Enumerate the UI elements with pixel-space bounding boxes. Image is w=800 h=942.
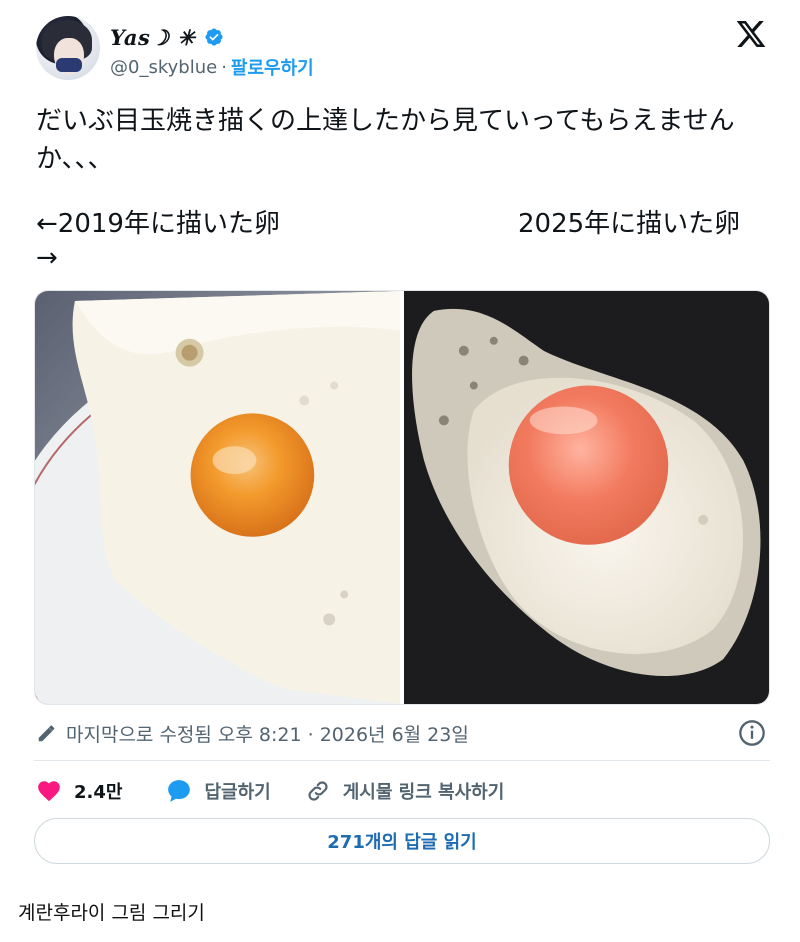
follow-button[interactable]: 팔로우하기 [231, 54, 314, 80]
author-handle[interactable]: @0_skyblue [110, 57, 217, 78]
copy-link-label: 게시물 링크 복사하기 [342, 782, 505, 803]
speech-bubble-icon [168, 780, 191, 802]
avatar[interactable] [36, 16, 100, 80]
like-count: 2.4만 [74, 782, 123, 803]
edited-timestamp-row: 마지막으로 수정됨 오후 8:21 · 2026년 6월 23일 [36, 716, 469, 750]
caption-arrow: → [36, 243, 58, 273]
egg-painting-2019[interactable] [35, 291, 400, 704]
footer-caption: 계란후라이 그림 그리기 [18, 902, 205, 924]
copy-link-button[interactable]: 게시물 링크 복사하기 [305, 778, 505, 804]
info-icon[interactable] [738, 719, 766, 747]
author-display-name[interactable]: Yas☽ ✳ [110, 25, 196, 50]
tweet-text: だいぶ目玉焼き描くの上達したから見ていってもらえませんか、、、 [36, 106, 735, 174]
reply-label: 답글하기 [204, 782, 271, 803]
reply-button[interactable]: 답글하기 [166, 778, 271, 804]
verified-badge-icon [204, 28, 223, 46]
read-replies-button[interactable]: 271개의 답글 읽기 [34, 818, 770, 864]
caption-left: ←2019年に描いた卵 [36, 209, 280, 239]
egg-painting-2025[interactable] [404, 291, 769, 704]
action-bar: 2.4만 답글하기 게시물 링크 복사하기 [36, 774, 504, 808]
pencil-icon [38, 725, 55, 742]
divider [34, 760, 770, 761]
handle-separator: · [221, 56, 227, 78]
heart-icon [38, 781, 60, 802]
link-icon [308, 781, 328, 801]
author-name-row: Yas☽ ✳ [110, 20, 224, 54]
x-logo-icon[interactable] [734, 18, 768, 50]
edited-timestamp[interactable]: 마지막으로 수정됨 오후 8:21 · 2026년 6월 23일 [66, 720, 469, 747]
like-button[interactable]: 2.4만 [36, 778, 122, 804]
caption-right: 2025年に描いた卵 [518, 209, 741, 239]
tweet-media[interactable] [34, 290, 770, 705]
author-handle-row: @0_skyblue · 팔로우하기 [110, 54, 314, 80]
